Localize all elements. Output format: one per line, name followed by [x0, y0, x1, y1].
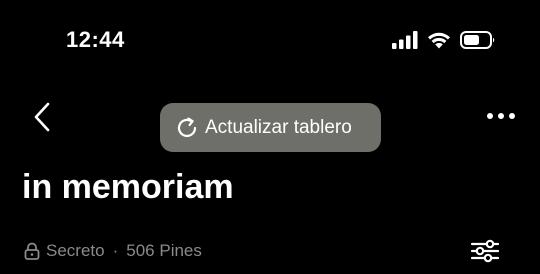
status-icons — [392, 30, 496, 50]
board-meta: Secreto · 506 Pines — [24, 240, 202, 262]
privacy-label: Secreto — [46, 241, 105, 260]
board-title: in memoriam — [22, 168, 234, 206]
cellular-signal-icon — [392, 31, 418, 49]
sliders-icon — [470, 239, 500, 263]
filter-button[interactable] — [468, 236, 502, 266]
status-time: 12:44 — [66, 27, 125, 52]
status-bar: 12:44 — [0, 0, 540, 80]
pin-count: 506 Pines — [126, 241, 202, 260]
meta-separator: · — [112, 241, 119, 260]
chevron-left-icon — [34, 102, 50, 132]
more-horizontal-icon — [487, 113, 515, 119]
refresh-icon — [175, 116, 199, 140]
refresh-board-button[interactable]: Actualizar tablero — [160, 103, 381, 152]
lock-icon — [24, 242, 40, 260]
refresh-board-label: Actualizar tablero — [205, 116, 352, 138]
more-options-button[interactable] — [484, 106, 518, 126]
wifi-icon — [428, 32, 450, 49]
battery-icon — [460, 31, 495, 49]
back-button[interactable] — [28, 100, 56, 134]
